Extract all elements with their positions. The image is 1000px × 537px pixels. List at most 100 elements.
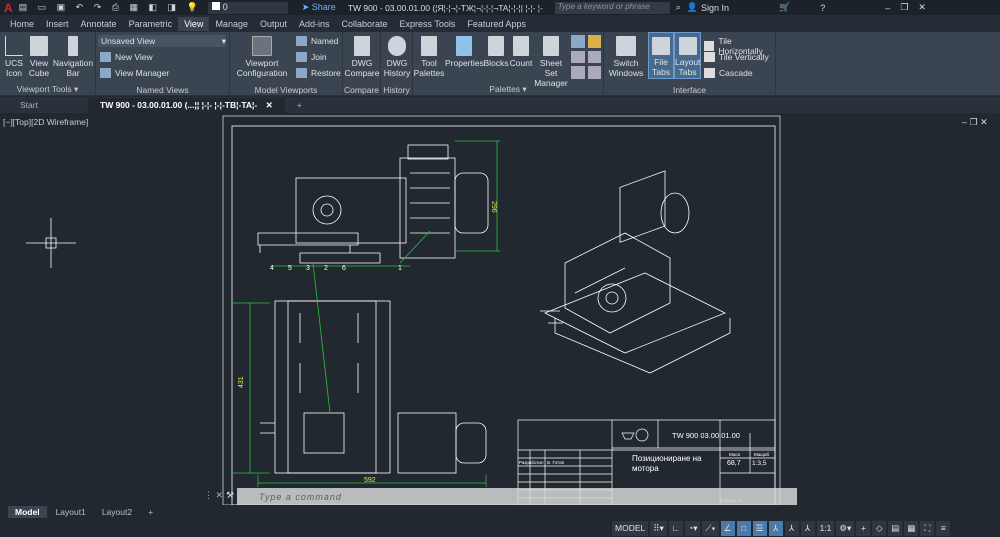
viewport-configuration-button[interactable]: Viewport Configuration: [232, 36, 292, 78]
annotation-scale-dropdown[interactable]: 1:1: [816, 520, 835, 536]
tab-annotate[interactable]: Annotate: [75, 17, 123, 31]
view-manager-icon: [100, 68, 111, 78]
minimize-button[interactable]: –: [885, 3, 890, 13]
viewport-icon: [252, 36, 272, 56]
tab-parametric[interactable]: Parametric: [123, 17, 179, 31]
balloon-label: 3: [306, 265, 310, 272]
panel-compare: DWG Compare Compare: [343, 32, 381, 96]
tab-insert[interactable]: Insert: [40, 17, 75, 31]
file-tabs-toggle[interactable]: File Tabs: [648, 32, 674, 79]
tab-view[interactable]: View: [178, 16, 210, 31]
named-view-dropdown[interactable]: Unsaved View ▾: [98, 35, 226, 47]
tab-home[interactable]: Home: [4, 17, 40, 31]
close-tab-icon[interactable]: ✕: [266, 100, 273, 110]
cascade-button[interactable]: Cascade: [704, 68, 753, 78]
view-cube-button[interactable]: View Cube: [28, 36, 50, 78]
tab-manage[interactable]: Manage: [209, 17, 254, 31]
tool-palettes-button[interactable]: Tool Palettes: [413, 36, 445, 78]
palette-icon[interactable]: [571, 35, 585, 48]
navigation-bar-button[interactable]: Navigation Bar: [52, 36, 94, 78]
panel-title: Named Views: [136, 85, 189, 95]
palette-icon[interactable]: [571, 50, 585, 64]
dwg-compare-button[interactable]: DWG Compare: [344, 36, 380, 78]
balloon-label: 2: [324, 265, 328, 272]
panel-title[interactable]: Viewport Tools ▾: [0, 84, 95, 95]
ortho-icon[interactable]: ∟: [668, 520, 684, 536]
isodraft-icon[interactable]: ⟋▾: [702, 520, 719, 536]
tile-horizontal-icon: [704, 41, 715, 51]
graphics-performance-icon[interactable]: ▦: [904, 520, 919, 536]
status-bar: MODEL ⠿▾ ∟ ◔▾ ⟋▾ ∠ □ ☰ ⅄ ⅄ ⅄ 1:1 ⚙▾ + ◇ …: [612, 520, 951, 536]
drawing-canvas[interactable]: [−][Top][2D Wireframe] – ❐ ✕ 296 431 592…: [0, 113, 1000, 505]
annotation-scale-icon[interactable]: ⅄: [800, 520, 815, 536]
mass-value: 68,7: [727, 460, 741, 467]
balloon-label: 4: [270, 265, 274, 272]
share-button[interactable]: ➤ Share: [302, 2, 336, 13]
new-tab-button[interactable]: +: [285, 98, 314, 113]
blocks-button[interactable]: Blocks: [483, 36, 509, 68]
grid-icon[interactable]: ⠿▾: [650, 520, 667, 536]
cube-icon: [30, 36, 48, 56]
tab-model[interactable]: Model: [8, 506, 47, 518]
isolate-objects-icon[interactable]: ◇: [872, 520, 887, 536]
count-button[interactable]: Count: [509, 36, 533, 68]
properties-button[interactable]: Properties: [445, 36, 484, 68]
search-input[interactable]: Type a keyword or phrase: [554, 1, 670, 14]
layer-dropdown[interactable]: 0: [207, 1, 288, 14]
help-icon[interactable]: ?: [820, 3, 825, 13]
add-layout-button[interactable]: +: [141, 506, 160, 518]
tab-express-tools[interactable]: Express Tools: [394, 17, 462, 31]
tab-featured-apps[interactable]: Featured Apps: [461, 17, 532, 31]
object-snap-tracking-icon[interactable]: ∠: [720, 520, 735, 536]
tab-start[interactable]: Start: [8, 98, 88, 113]
customize-wrench-icon[interactable]: ⚒: [226, 490, 234, 501]
command-input[interactable]: Type a command: [237, 488, 797, 505]
hardware-acceleration-icon[interactable]: ▤: [888, 520, 903, 536]
named-viewports-button[interactable]: Named: [296, 36, 338, 46]
tab-add-ins[interactable]: Add-ins: [293, 17, 336, 31]
tab-collaborate[interactable]: Collaborate: [336, 17, 394, 31]
panel-viewport-tools: UCS Icon View Cube Navigation Bar Viewpo…: [0, 32, 96, 96]
sheet-set-manager-button[interactable]: Sheet Set Manager: [533, 36, 569, 88]
drawing-name-line2: мотора: [632, 464, 659, 473]
tab-output[interactable]: Output: [254, 17, 293, 31]
palette-icon[interactable]: [587, 35, 601, 48]
plus-icon[interactable]: +: [856, 520, 871, 536]
annotation-visibility-icon[interactable]: ⅄: [768, 520, 783, 536]
view-manager-button[interactable]: View Manager: [100, 68, 169, 78]
clean-screen-icon[interactable]: ⛶: [920, 520, 935, 536]
polar-icon[interactable]: ◔▾: [685, 520, 701, 536]
blocks-icon: [488, 36, 504, 56]
palette-icon[interactable]: [587, 50, 601, 64]
palette-icon[interactable]: [587, 66, 601, 79]
model-space-button[interactable]: MODEL: [612, 520, 649, 536]
command-line-close-icon[interactable]: ⋮ ✕: [204, 490, 223, 501]
tab-layout1[interactable]: Layout1: [49, 506, 93, 518]
autocad-logo-icon[interactable]: A: [4, 1, 13, 15]
palette-icon[interactable]: [571, 66, 585, 79]
tab-layout2[interactable]: Layout2: [95, 506, 139, 518]
tab-drawing[interactable]: TW 900 - 03.00.01.00 (...¦¦ ¦-¦- ¦-¦-TB¦…: [88, 98, 285, 113]
grid-icon: [421, 36, 437, 56]
restore-button[interactable]: ❐: [900, 2, 908, 13]
sign-in-button[interactable]: Sign In: [701, 3, 729, 13]
lineweight-icon[interactable]: ☰: [752, 520, 767, 536]
search-icon[interactable]: ⌕: [676, 2, 681, 13]
join-button[interactable]: Join: [296, 52, 327, 62]
ucs-icon-button[interactable]: UCS Icon: [2, 36, 26, 78]
cart-icon[interactable]: 🛒: [779, 2, 790, 13]
document-tabs: Start TW 900 - 03.00.01.00 (...¦¦ ¦-¦- ¦…: [0, 97, 1000, 113]
switch-windows-button[interactable]: Switch Windows: [606, 36, 646, 78]
close-button[interactable]: ✕: [918, 2, 926, 13]
auto-scale-icon[interactable]: ⅄: [784, 520, 799, 536]
tile-vertically-button[interactable]: Tile Vertically: [704, 52, 769, 62]
quick-access-toolbar[interactable]: ▤ ▭ ▣ ↶ ↷ ⎙ ▦ ◧ ◨ 💡: [19, 2, 202, 13]
object-snap-icon[interactable]: □: [736, 520, 751, 536]
new-view-button[interactable]: New View: [100, 52, 153, 62]
customization-menu-icon[interactable]: ≡: [936, 520, 951, 536]
gear-icon[interactable]: ⚙▾: [836, 520, 855, 536]
panel-title[interactable]: Palettes ▾: [413, 84, 603, 95]
dwg-history-button[interactable]: DWG History: [381, 36, 413, 78]
layout-tabs-toggle[interactable]: Layout Tabs: [674, 32, 701, 79]
restore-button[interactable]: Restore: [296, 68, 341, 78]
